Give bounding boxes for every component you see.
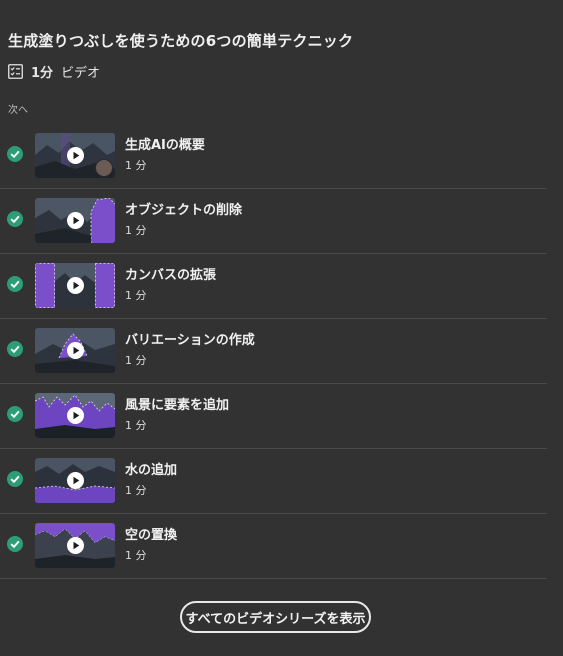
lesson-thumbnail[interactable] bbox=[35, 198, 115, 243]
lesson-thumbnail[interactable] bbox=[35, 523, 115, 568]
lesson-thumbnail[interactable] bbox=[35, 393, 115, 438]
lesson-item[interactable]: 空の置換 1 分 bbox=[0, 514, 547, 579]
lesson-duration: 1 分 bbox=[125, 354, 147, 367]
lesson-thumbnail[interactable] bbox=[35, 133, 115, 178]
lesson-title: オブジェクトの削除 bbox=[125, 203, 243, 218]
play-icon bbox=[66, 407, 84, 424]
lesson-title: 風景に要素を追加 bbox=[125, 398, 230, 413]
presenter-avatar bbox=[95, 159, 113, 177]
play-icon bbox=[66, 537, 84, 554]
content-type-label: ビデオ bbox=[61, 65, 101, 81]
lesson-item[interactable]: 水の追加 1 分 bbox=[0, 449, 547, 514]
lesson-thumbnail[interactable] bbox=[35, 263, 115, 308]
lesson-item[interactable]: 風景に要素を追加 1 分 bbox=[0, 384, 547, 449]
play-icon bbox=[66, 342, 84, 359]
lesson-item[interactable]: 生成AIの概要 1 分 bbox=[0, 124, 547, 189]
completed-check-icon bbox=[7, 146, 23, 162]
play-icon bbox=[66, 147, 84, 164]
play-icon bbox=[66, 277, 84, 294]
lesson-title: 空の置換 bbox=[125, 528, 178, 543]
completed-check-icon bbox=[7, 471, 23, 487]
lesson-title: 生成AIの概要 bbox=[125, 138, 205, 153]
lesson-duration: 1 分 bbox=[125, 419, 147, 432]
lesson-thumbnail[interactable] bbox=[35, 458, 115, 503]
lesson-list: 生成AIの概要 1 分 オブジェクトの削除 1 分 カンバスの拡張 1 分 バリ… bbox=[0, 124, 563, 579]
series-meta: 1分 ビデオ bbox=[8, 62, 101, 81]
lesson-duration: 1 分 bbox=[125, 224, 147, 237]
lesson-item[interactable]: オブジェクトの削除 1 分 bbox=[0, 189, 547, 254]
play-icon bbox=[66, 472, 84, 489]
view-all-series-button[interactable]: すべてのビデオシリーズを表示 bbox=[180, 601, 371, 633]
lesson-title: カンバスの拡張 bbox=[125, 268, 217, 283]
checklist-icon bbox=[8, 63, 23, 79]
lesson-duration: 1 分 bbox=[125, 484, 147, 497]
completed-check-icon bbox=[7, 341, 23, 357]
video-count: 1分 bbox=[31, 65, 54, 81]
lesson-thumbnail[interactable] bbox=[35, 328, 115, 373]
page-title: 生成塗りつぶしを使うための6つの簡単テクニック bbox=[8, 32, 354, 50]
lesson-title: 水の追加 bbox=[125, 463, 178, 478]
lesson-title: バリエーションの作成 bbox=[125, 333, 255, 348]
completed-check-icon bbox=[7, 406, 23, 422]
completed-check-icon bbox=[7, 276, 23, 292]
lesson-duration: 1 分 bbox=[125, 549, 147, 562]
lesson-item[interactable]: カンバスの拡張 1 分 bbox=[0, 254, 547, 319]
play-icon bbox=[66, 212, 84, 229]
next-section-label: 次へ bbox=[8, 105, 28, 116]
lesson-duration: 1 分 bbox=[125, 159, 147, 172]
completed-check-icon bbox=[7, 536, 23, 552]
lesson-duration: 1 分 bbox=[125, 289, 147, 302]
lesson-item[interactable]: バリエーションの作成 1 分 bbox=[0, 319, 547, 384]
completed-check-icon bbox=[7, 211, 23, 227]
